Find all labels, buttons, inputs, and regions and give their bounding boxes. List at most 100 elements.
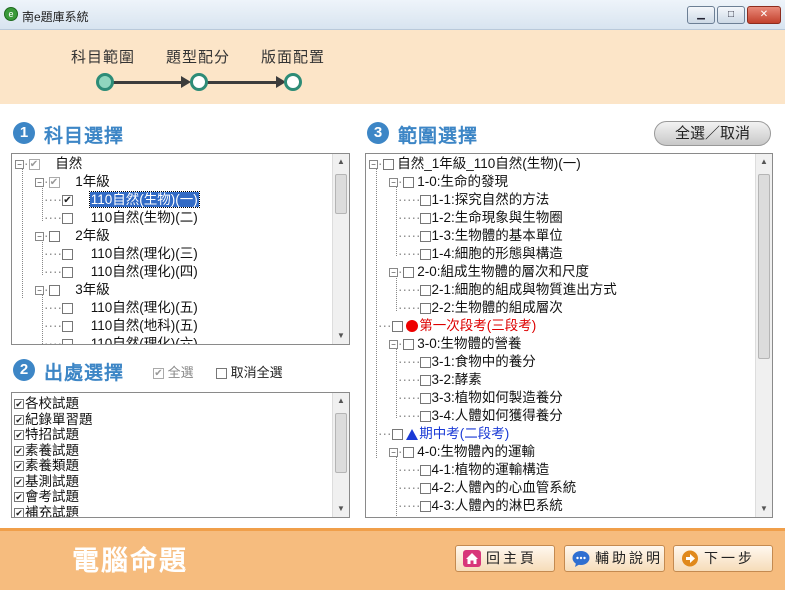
tree-node-subject[interactable]: ···· 110自然(地科)(五) xyxy=(44,317,198,335)
scroll-up-icon[interactable]: ▲ xyxy=(333,154,349,170)
close-button[interactable]: ✕ xyxy=(747,6,781,24)
tree-node-subject[interactable]: ···· 110自然(理化)(三) xyxy=(44,245,198,263)
checkbox[interactable] xyxy=(61,248,73,260)
range-chapter[interactable]: − · 1-0:生命的發現 xyxy=(389,173,508,191)
checkbox[interactable] xyxy=(48,284,60,296)
range-section[interactable]: ····· 2-1:細胞的組成與物質進出方式 xyxy=(398,281,617,299)
select-all-option[interactable]: ✔ 全選 xyxy=(153,362,194,381)
collapse-icon[interactable]: − xyxy=(389,177,398,187)
range-section[interactable]: ····· 3-4:人體如何獲得養分 xyxy=(398,407,563,425)
range-exam-marker[interactable]: ··· 期中考(二段考) xyxy=(378,425,509,443)
checkbox[interactable] xyxy=(420,284,432,296)
range-section[interactable]: ····· 4-2:人體內的心血管系統 xyxy=(398,479,576,497)
tree-node-grade1[interactable]: − ·✔ 1年級 xyxy=(35,173,110,191)
minimize-button[interactable]: ▁ xyxy=(687,6,715,24)
checkbox[interactable] xyxy=(420,212,432,224)
subject-tree[interactable]: − ·✔ 自然 − ·✔ 1年級 ····✔ 110自然(生物)(一) ···· 1… xyxy=(11,153,350,345)
list-item[interactable]: ✔ 特招試題 xyxy=(14,427,79,443)
collapse-icon[interactable]: − xyxy=(35,285,44,295)
range-chapter[interactable]: − · 3-0:生物體的營養 xyxy=(389,335,522,353)
checkbox[interactable] xyxy=(402,338,414,350)
checkbox[interactable]: ✔ xyxy=(14,399,24,410)
checkbox[interactable] xyxy=(61,212,73,224)
checkbox[interactable] xyxy=(48,230,60,242)
list-item[interactable]: ✔ 素養試題 xyxy=(14,443,79,459)
checkbox[interactable]: ✔ xyxy=(14,492,24,503)
range-chapter[interactable]: − · 2-0:組成生物體的層次和尺度 xyxy=(389,263,589,281)
range-section[interactable]: ····· 1-2:生命現象與生物圈 xyxy=(398,209,563,227)
range-section[interactable]: ····· 1-1:探究自然的方法 xyxy=(398,191,549,209)
collapse-icon[interactable]: − xyxy=(389,447,398,457)
scroll-up-icon[interactable]: ▲ xyxy=(333,393,349,409)
range-exam-marker[interactable]: ··· 第一次段考(三段考) xyxy=(378,317,536,335)
range-section[interactable]: ····· 2-2:生物體的組成層次 xyxy=(398,299,563,317)
checkbox[interactable] xyxy=(420,500,432,512)
checkbox[interactable] xyxy=(402,176,414,188)
tree-node-subject[interactable]: ···· 110自然(理化)(五) xyxy=(44,299,198,317)
scroll-down-icon[interactable]: ▼ xyxy=(333,328,349,344)
checkbox[interactable]: ✔ xyxy=(14,445,24,456)
tree-node-subject[interactable]: ···· 110自然(理化)(四) xyxy=(44,263,198,281)
checkbox[interactable] xyxy=(391,428,403,440)
list-item[interactable]: ✔ 各校試題 xyxy=(14,396,79,412)
range-chapter[interactable]: − · 4-0:生物體內的運輸 xyxy=(389,443,535,461)
range-section[interactable]: ····· 3-2:酵素 xyxy=(398,371,482,389)
checkbox[interactable]: ✔ xyxy=(48,176,60,188)
checkbox[interactable] xyxy=(420,482,432,494)
toggle-all-button[interactable]: 全選／取消 xyxy=(654,121,771,146)
tree-node-subject[interactable]: ····✔ 110自然(生物)(一) xyxy=(44,191,200,209)
range-root[interactable]: − · 自然_1年級_110自然(生物)(一) xyxy=(369,155,581,173)
scroll-down-icon[interactable]: ▼ xyxy=(756,501,772,517)
tree-node-root[interactable]: − ·✔ 自然 xyxy=(15,155,82,173)
list-item[interactable]: ✔ 紀錄單習題 xyxy=(14,412,93,428)
checkbox[interactable] xyxy=(420,248,432,260)
checkbox[interactable] xyxy=(61,338,73,344)
collapse-icon[interactable]: − xyxy=(369,159,378,169)
range-tree[interactable]: − · 自然_1年級_110自然(生物)(一) − · 1-0:生命的發現 ····… xyxy=(365,153,773,518)
scroll-up-icon[interactable]: ▲ xyxy=(756,154,772,170)
home-button[interactable]: 回主頁 xyxy=(455,545,555,572)
checkbox[interactable] xyxy=(391,320,403,332)
range-section[interactable]: ····· 3-1:食物中的養分 xyxy=(398,353,536,371)
range-scrollbar[interactable]: ▲ ▼ xyxy=(755,154,772,517)
checkbox[interactable]: ✔ xyxy=(28,158,40,170)
range-section[interactable]: ····· 1-4:細胞的形態與構造 xyxy=(398,245,563,263)
list-item[interactable]: ✔ 基測試題 xyxy=(14,474,79,490)
checkbox[interactable] xyxy=(61,266,73,278)
checkbox[interactable] xyxy=(420,392,432,404)
scroll-thumb[interactable] xyxy=(335,174,347,214)
scroll-thumb[interactable] xyxy=(335,413,347,473)
tree-node-subject[interactable]: ···· 110自然(生物)(二) xyxy=(44,209,198,227)
checkbox[interactable] xyxy=(420,230,432,242)
range-section[interactable]: ····· 4-3:人體內的淋巴系統 xyxy=(398,497,563,515)
checkbox[interactable] xyxy=(420,302,432,314)
checkbox[interactable] xyxy=(402,446,414,458)
checkbox[interactable]: ✔ xyxy=(14,476,24,487)
checkbox[interactable]: ✔ xyxy=(14,461,24,472)
collapse-icon[interactable]: − xyxy=(15,159,24,169)
checkbox[interactable] xyxy=(420,356,432,368)
checkbox[interactable]: ✔ xyxy=(14,414,24,425)
checkbox[interactable] xyxy=(420,194,432,206)
range-section[interactable]: ····· 1-3:生物體的基本單位 xyxy=(398,227,563,245)
checkbox[interactable] xyxy=(382,158,394,170)
deselect-all-option[interactable]: 取消全選 xyxy=(216,362,283,381)
collapse-icon[interactable]: − xyxy=(35,231,44,241)
list-item[interactable]: ✔ 補充試題 xyxy=(14,505,79,517)
collapse-icon[interactable]: − xyxy=(35,177,44,187)
subject-scrollbar[interactable]: ▲ ▼ xyxy=(332,154,349,344)
checkbox[interactable]: ✔ xyxy=(14,430,24,441)
tree-node-grade2[interactable]: − · 2年級 xyxy=(35,227,110,245)
source-list[interactable]: ✔ 各校試題 ✔ 紀錄單習題 ✔ 特招試題 ✔ 素養試題 ✔ 素養類題 ✔ 基測試題 ✔ 會考… xyxy=(11,392,350,518)
scroll-down-icon[interactable]: ▼ xyxy=(333,501,349,517)
checkbox[interactable]: ✔ xyxy=(14,507,24,517)
help-button[interactable]: 輔助說明 xyxy=(564,545,665,572)
checkbox[interactable] xyxy=(420,464,432,476)
checkbox[interactable] xyxy=(61,302,73,314)
checkbox[interactable]: ✔ xyxy=(153,368,164,380)
range-section[interactable]: ····· 3-3:植物如何製造養分 xyxy=(398,389,563,407)
list-item[interactable]: ✔ 素養類題 xyxy=(14,458,79,474)
checkbox[interactable] xyxy=(61,320,73,332)
tree-node-grade3[interactable]: − · 3年級 xyxy=(35,281,110,299)
scroll-thumb[interactable] xyxy=(758,174,770,359)
